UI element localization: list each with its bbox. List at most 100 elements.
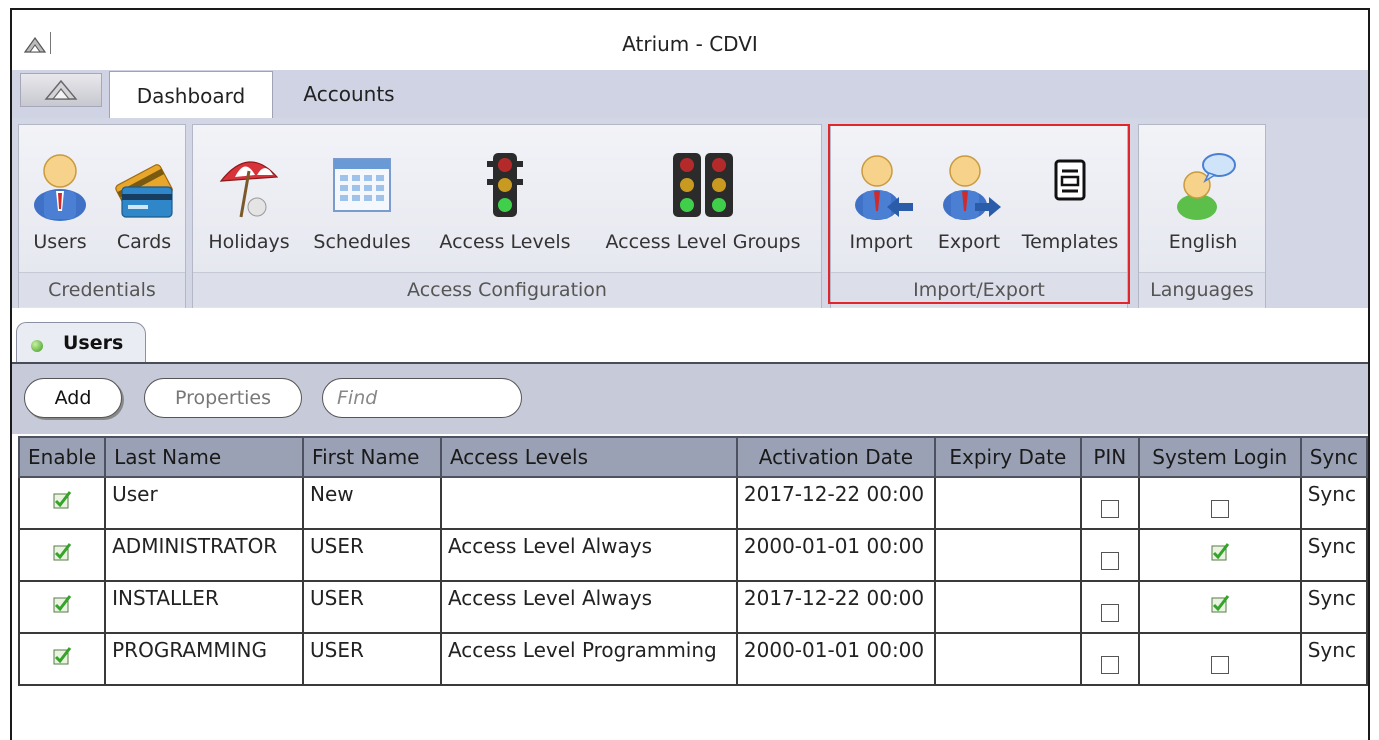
enable-cell[interactable] xyxy=(17,528,107,582)
access-level-groups-label: Access Level Groups xyxy=(605,231,801,253)
status-dot-icon xyxy=(31,340,43,352)
checked-checkbox-icon[interactable] xyxy=(53,539,72,561)
last-name-cell: ADMINISTRATOR xyxy=(104,528,305,582)
ribbon: Users Cards Credentials Holidays Schedul… xyxy=(12,118,1368,310)
first-name-cell: USER xyxy=(302,580,442,634)
sync-cell: Sync xyxy=(1299,476,1368,530)
column-header-system-login[interactable]: System Login xyxy=(1137,436,1302,478)
enable-cell[interactable] xyxy=(17,476,107,530)
last-name-cell: User xyxy=(104,476,305,530)
system-login-cell[interactable] xyxy=(1137,476,1302,530)
system-login-cell[interactable] xyxy=(1137,632,1302,686)
users-label: Users xyxy=(33,231,87,253)
system-login-cell[interactable] xyxy=(1137,580,1302,634)
column-header-first-name[interactable]: First Name xyxy=(302,436,442,478)
checked-checkbox-icon[interactable] xyxy=(1211,591,1229,613)
column-header-last-name[interactable]: Last Name xyxy=(104,436,305,478)
cards-button[interactable]: Cards xyxy=(107,141,181,269)
holidays-button[interactable]: Holidays xyxy=(201,141,297,269)
ribbon-group-languages: English Languages xyxy=(1138,124,1266,310)
column-header-sync[interactable]: Sync xyxy=(1299,436,1368,478)
tab-dashboard[interactable]: Dashboard xyxy=(109,71,273,119)
checked-checkbox-icon[interactable] xyxy=(53,487,72,509)
ribbon-group-credentials: Users Cards Credentials xyxy=(18,124,186,310)
users-toolbar: Add Properties Find xyxy=(12,364,1368,434)
checked-checkbox-icon[interactable] xyxy=(53,591,72,613)
sync-cell: Sync xyxy=(1299,528,1368,582)
table-header-row: Enable Last Name First Name Access Level… xyxy=(17,436,1368,478)
access-levels-cell: Access Level Programming xyxy=(439,632,738,686)
activation-date-cell: 2000-01-01 00:00 xyxy=(735,632,936,686)
schedules-button[interactable]: Schedules xyxy=(305,141,419,269)
table-row[interactable]: ADMINISTRATOR USER Access Level Always 2… xyxy=(17,528,1368,582)
access-levels-button[interactable]: Access Levels xyxy=(429,141,581,269)
properties-button[interactable]: Properties xyxy=(144,378,302,418)
holiday-umbrella-icon xyxy=(219,161,279,218)
credit-card-icon xyxy=(115,164,173,218)
access-levels-cell: Access Level Always xyxy=(439,580,738,634)
tab-users[interactable]: Users xyxy=(16,322,146,365)
tab-accounts[interactable]: Accounts xyxy=(289,70,409,118)
users-tab-label: Users xyxy=(63,332,124,354)
column-header-access-levels[interactable]: Access Levels xyxy=(439,436,738,478)
title-bar: Atrium - CDVI xyxy=(12,10,1368,70)
pin-cell[interactable] xyxy=(1079,476,1140,530)
first-name-cell: USER xyxy=(302,528,442,582)
column-header-expiry-date[interactable]: Expiry Date xyxy=(933,436,1082,478)
column-header-enable[interactable]: Enable xyxy=(17,436,107,478)
activation-date-cell: 2017-12-22 00:00 xyxy=(735,476,936,530)
pin-cell[interactable] xyxy=(1079,580,1140,634)
user-icon xyxy=(34,154,86,221)
first-name-cell: USER xyxy=(302,632,442,686)
schedules-label: Schedules xyxy=(313,231,411,253)
system-login-cell[interactable] xyxy=(1137,528,1302,582)
unchecked-checkbox-icon[interactable] xyxy=(1100,603,1119,622)
ribbon-group-access-configuration: Holidays Schedules Access Levels Access … xyxy=(192,124,822,310)
checked-checkbox-icon[interactable] xyxy=(1211,539,1229,561)
atrium-logo-icon xyxy=(44,79,78,100)
document-tab-area: Users xyxy=(12,308,1368,365)
unchecked-checkbox-icon[interactable] xyxy=(1100,499,1119,518)
first-name-cell: New xyxy=(302,476,442,530)
traffic-light-icon xyxy=(487,153,523,217)
table-row[interactable]: User New 2017-12-22 00:00 Sync xyxy=(17,476,1368,530)
unchecked-checkbox-icon[interactable] xyxy=(1100,655,1119,674)
unchecked-checkbox-icon[interactable] xyxy=(1210,499,1229,518)
last-name-cell: PROGRAMMING xyxy=(104,632,305,686)
activation-date-cell: 2000-01-01 00:00 xyxy=(735,528,936,582)
user-speech-icon xyxy=(1177,153,1236,220)
access-level-groups-button[interactable]: Access Level Groups xyxy=(591,141,815,269)
access-configuration-group-label: Access Configuration xyxy=(193,272,821,307)
column-header-pin[interactable]: PIN xyxy=(1079,436,1140,478)
unchecked-checkbox-icon[interactable] xyxy=(1100,551,1119,570)
users-table: Enable Last Name First Name Access Level… xyxy=(17,436,1368,686)
enable-cell[interactable] xyxy=(17,632,107,686)
english-language-button[interactable]: English xyxy=(1145,141,1261,269)
access-levels-cell: Access Level Always xyxy=(439,528,738,582)
credentials-group-label: Credentials xyxy=(19,272,185,307)
window-title: Atrium - CDVI xyxy=(622,32,758,56)
application-menu-button[interactable] xyxy=(20,73,102,107)
unchecked-checkbox-icon[interactable] xyxy=(1210,655,1229,674)
access-levels-label: Access Levels xyxy=(439,231,571,253)
checked-checkbox-icon[interactable] xyxy=(53,643,72,665)
last-name-cell: INSTALLER xyxy=(104,580,305,634)
traffic-lights-group-icon xyxy=(673,153,733,217)
holidays-label: Holidays xyxy=(208,231,290,253)
pin-cell[interactable] xyxy=(1079,528,1140,582)
expiry-date-cell xyxy=(933,476,1082,530)
add-button[interactable]: Add xyxy=(24,378,122,418)
column-header-activation-date[interactable]: Activation Date xyxy=(735,436,936,478)
table-row[interactable]: INSTALLER USER Access Level Always 2017-… xyxy=(17,580,1368,634)
pin-cell[interactable] xyxy=(1079,632,1140,686)
users-button[interactable]: Users xyxy=(23,141,97,269)
import-export-highlight-box xyxy=(828,124,1130,304)
activation-date-cell: 2017-12-22 00:00 xyxy=(735,580,936,634)
expiry-date-cell xyxy=(933,632,1082,686)
enable-cell[interactable] xyxy=(17,580,107,634)
english-label: English xyxy=(1168,231,1238,253)
find-input[interactable]: Find xyxy=(322,378,522,418)
table-row[interactable]: PROGRAMMING USER Access Level Programmin… xyxy=(17,632,1368,686)
cards-label: Cards xyxy=(116,231,172,253)
app-window: Atrium - CDVI Dashboard Accounts Users C… xyxy=(10,8,1370,740)
